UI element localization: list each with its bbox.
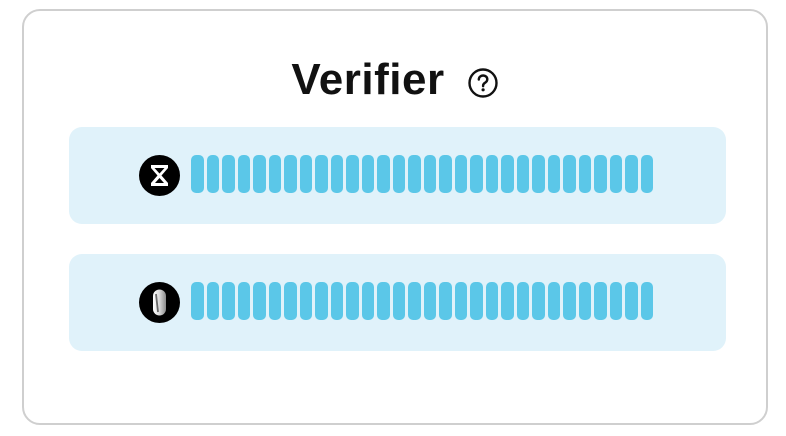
progress-segment (454, 155, 467, 193)
progress-segment (532, 282, 545, 320)
progress-segment (315, 155, 328, 193)
progress-segment (609, 282, 622, 320)
progress-segment (640, 155, 653, 193)
progress-segment (501, 155, 514, 193)
progress-segment (470, 155, 483, 193)
progress-segment (191, 155, 204, 193)
progress-segment (578, 282, 591, 320)
progress-segment (485, 282, 498, 320)
progress-segments (191, 282, 653, 320)
progress-segment (547, 155, 560, 193)
progress-segment (516, 282, 529, 320)
question-circle-icon[interactable] (467, 67, 499, 99)
progress-segment (361, 155, 374, 193)
progress-segment (594, 282, 607, 320)
progress-segments (191, 155, 653, 193)
progress-segment (191, 282, 204, 320)
progress-segment (268, 282, 281, 320)
progress-segment (284, 155, 297, 193)
progress-segment (299, 155, 312, 193)
progress-segment (625, 155, 638, 193)
progress-segment (222, 155, 235, 193)
progress-segment (392, 155, 405, 193)
verifier-title: Verifier (291, 55, 445, 104)
progress-segment (361, 282, 374, 320)
verifier-card: Verifier (22, 9, 768, 425)
progress-segment (470, 282, 483, 320)
progress-segment (609, 155, 622, 193)
progress-segment (268, 155, 281, 193)
progress-segment (640, 282, 653, 320)
progress-segment (423, 155, 436, 193)
progress-segment (222, 282, 235, 320)
progress-segment (408, 282, 421, 320)
progress-segment (578, 155, 591, 193)
progress-segment (330, 155, 343, 193)
pill-token-icon (139, 282, 180, 323)
progress-segment (253, 155, 266, 193)
progress-segment (516, 155, 529, 193)
progress-segment (625, 282, 638, 320)
progress-segment (594, 155, 607, 193)
verifier-header: Verifier (24, 55, 766, 105)
progress-segment (206, 155, 219, 193)
progress-segment (408, 155, 421, 193)
verifier-row-hourglass (69, 127, 726, 224)
progress-segment (330, 282, 343, 320)
progress-segment (485, 155, 498, 193)
progress-segment (253, 282, 266, 320)
progress-segment (377, 282, 390, 320)
progress-segment (315, 282, 328, 320)
progress-segment (423, 282, 436, 320)
progress-segment (563, 282, 576, 320)
progress-segment (439, 155, 452, 193)
progress-segment (547, 282, 560, 320)
progress-segment (454, 282, 467, 320)
progress-segment (392, 282, 405, 320)
progress-segment (563, 155, 576, 193)
progress-segment (532, 155, 545, 193)
progress-segment (284, 282, 297, 320)
progress-segment (206, 282, 219, 320)
progress-segment (346, 155, 359, 193)
progress-segment (237, 155, 250, 193)
progress-segment (501, 282, 514, 320)
progress-segment (377, 155, 390, 193)
progress-segment (439, 282, 452, 320)
progress-segment (346, 282, 359, 320)
hourglass-icon (139, 155, 180, 196)
verifier-row-token (69, 254, 726, 351)
progress-segment (237, 282, 250, 320)
progress-segment (299, 282, 312, 320)
